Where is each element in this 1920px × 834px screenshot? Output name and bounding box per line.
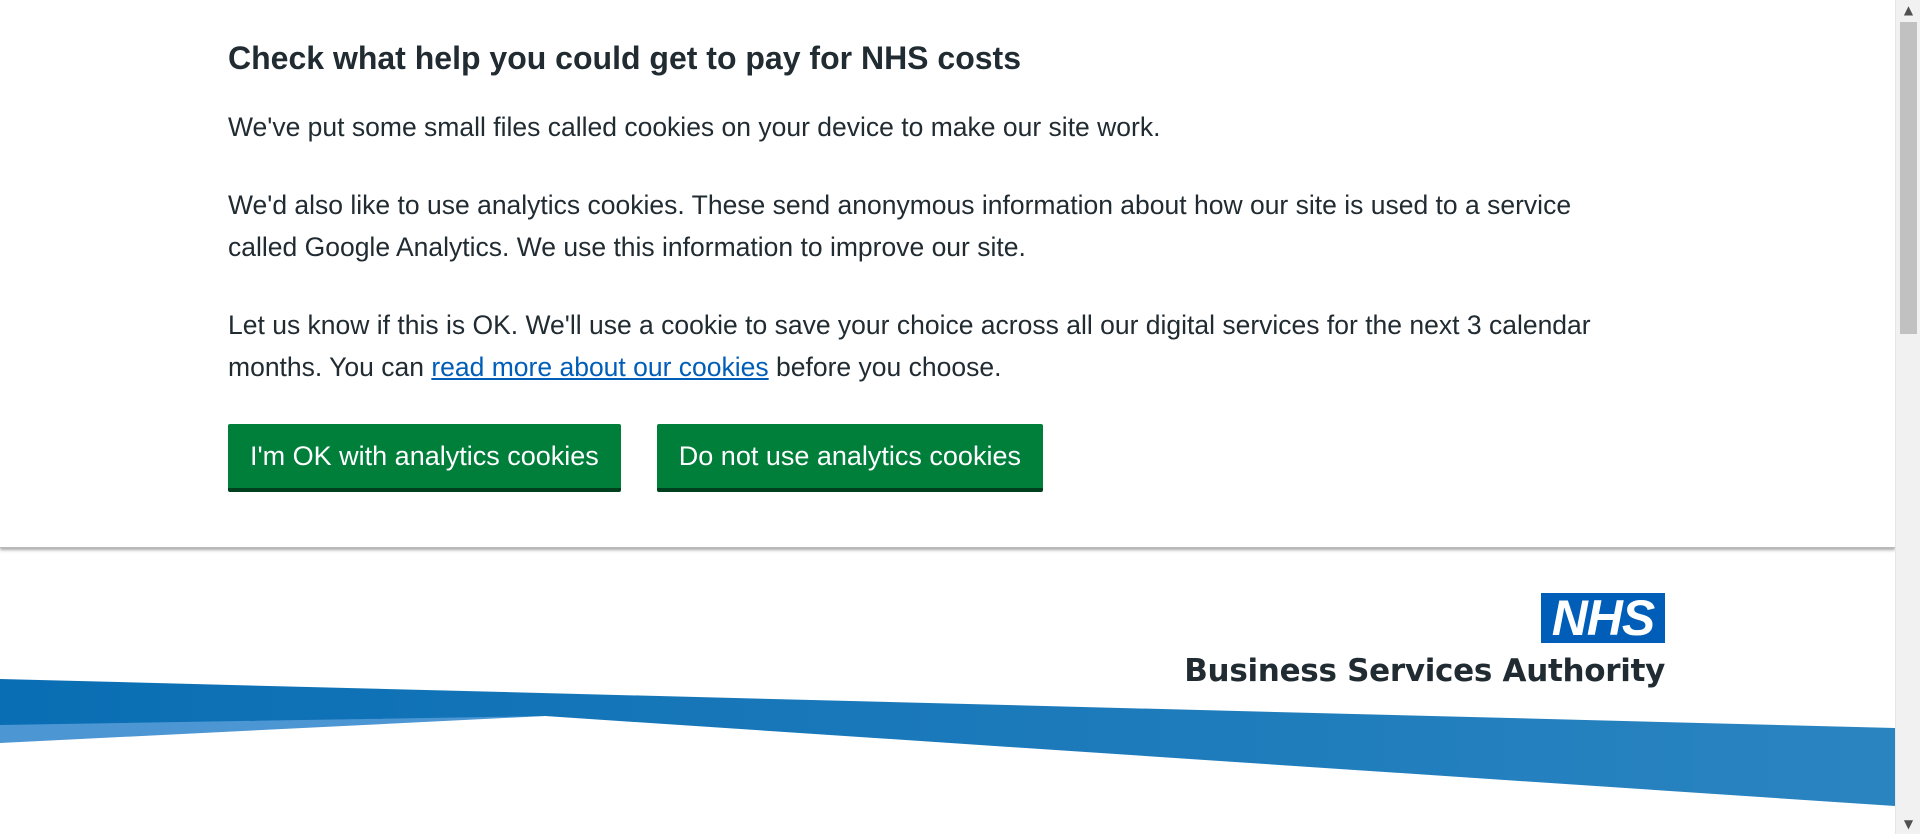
scrollbar-thumb[interactable] — [1900, 22, 1917, 334]
reject-analytics-cookies-button[interactable]: Do not use analytics cookies — [656, 424, 1043, 492]
chevron-up-icon[interactable]: ▲ — [1896, 0, 1920, 20]
browser-viewport: Check what help you could get to pay for… — [0, 0, 1920, 834]
nhs-logo-icon: NHS — [1541, 593, 1665, 643]
page: Check what help you could get to pay for… — [0, 0, 1895, 834]
cookie-buttons: I'm OK with analytics cookies Do not use… — [228, 424, 1598, 492]
analytics-info-paragraph: We'd also like to use analytics cookies.… — [228, 190, 1572, 262]
consent-text-after: before you choose. — [768, 352, 1002, 382]
nhsbsa-logo[interactable]: NHS Business Services Authority — [1184, 593, 1665, 689]
swoosh-dark-band — [0, 679, 1895, 806]
accept-analytics-cookies-button[interactable]: I'm OK with analytics cookies — [228, 424, 621, 492]
org-name: Business Services Authority — [1184, 653, 1665, 689]
cookie-banner: Check what help you could get to pay for… — [0, 0, 1895, 548]
vertical-scrollbar[interactable]: ▲ ▼ — [1895, 0, 1920, 834]
read-more-cookies-link[interactable]: read more about our cookies — [431, 352, 768, 382]
cookie-banner-title: Check what help you could get to pay for… — [228, 40, 1021, 76]
consent-info-paragraph: Let us know if this is OK. We'll use a c… — [228, 304, 1598, 388]
cookie-info-paragraph: We've put some small files called cookie… — [228, 112, 1161, 142]
cookie-banner-content: Check what help you could get to pay for… — [228, 34, 1598, 492]
chevron-down-icon[interactable]: ▼ — [1896, 814, 1920, 834]
